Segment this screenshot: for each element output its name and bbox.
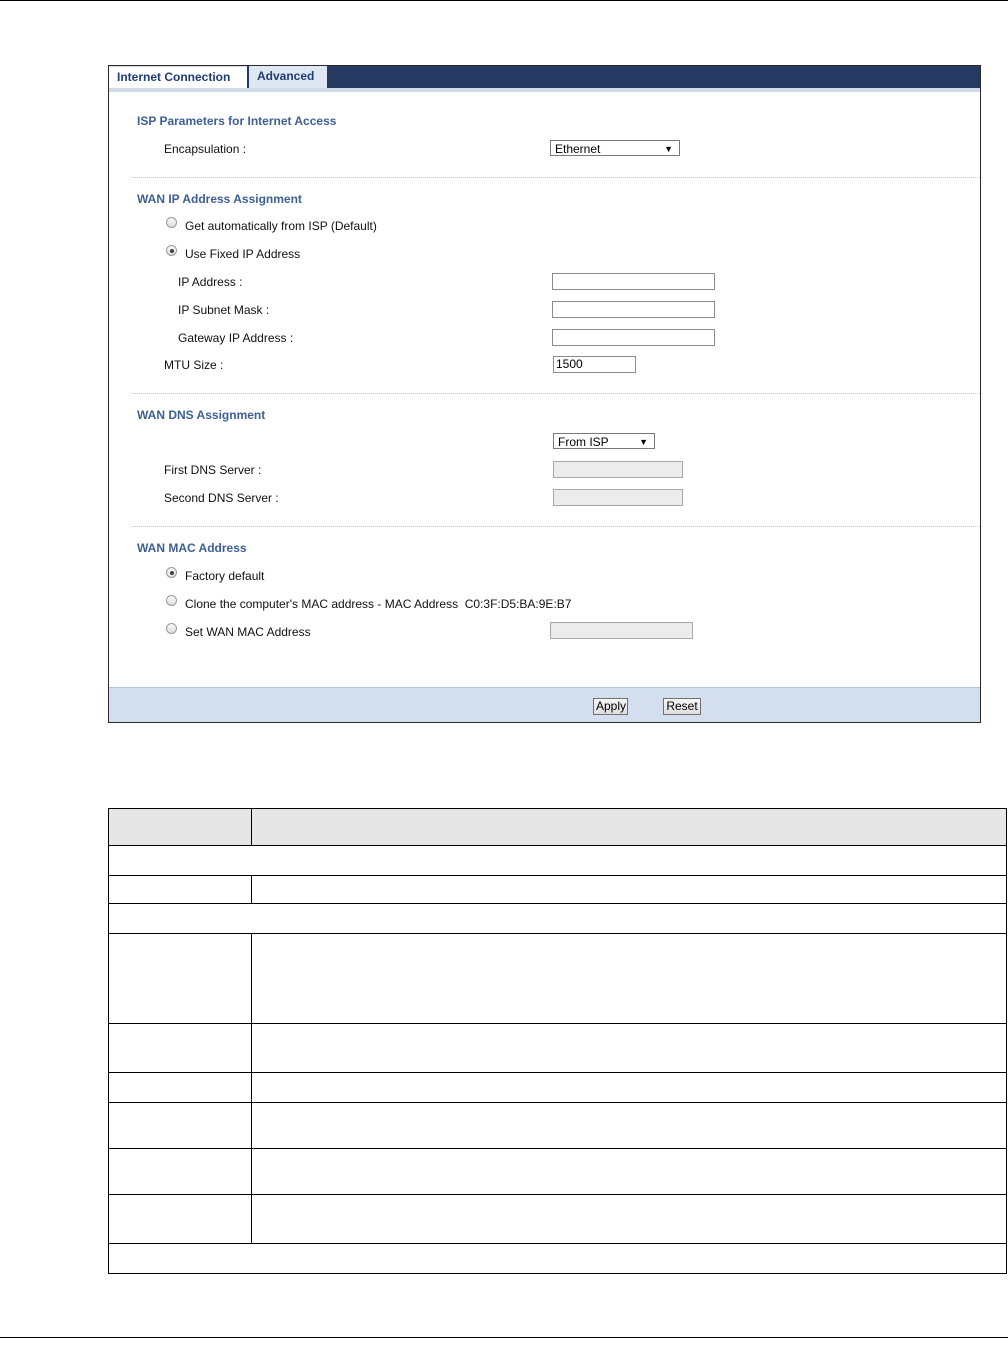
radio-use-fixed-ip-label: Use Fixed IP Address <box>185 247 301 261</box>
table-cell <box>108 933 252 1024</box>
table-cell <box>251 933 1007 1024</box>
encapsulation-label: Encapsulation : <box>164 142 247 156</box>
table-row <box>108 903 1007 934</box>
chevron-down-icon: ▼ <box>664 144 673 154</box>
section-title-isp: ISP Parameters for Internet Access <box>137 114 337 128</box>
table-row <box>108 1194 1007 1244</box>
table-row <box>108 933 1007 1024</box>
reset-button[interactable]: Reset <box>663 698 701 715</box>
table-cell <box>251 875 1007 904</box>
encapsulation-select[interactable]: Ethernet ▼ <box>550 140 680 156</box>
section-divider <box>131 177 980 178</box>
radio-clone-mac[interactable] <box>166 595 177 606</box>
table-cell <box>251 1072 1007 1103</box>
tab-bar: Internet Connection Advanced <box>109 66 980 88</box>
page-top-rule <box>0 0 1008 1</box>
table-cell <box>108 845 1007 876</box>
page-bottom-rule <box>0 1337 1008 1338</box>
internet-connection-panel: Internet Connection Advanced ISP Paramet… <box>108 65 981 723</box>
table-row <box>108 1102 1007 1149</box>
second-dns-input[interactable] <box>553 489 683 506</box>
gateway-ip-input[interactable] <box>552 329 715 346</box>
table-row <box>108 875 1007 904</box>
table-cell <box>108 903 1007 934</box>
tab-underline <box>109 88 980 92</box>
table-row <box>108 1023 1007 1073</box>
first-dns-label: First DNS Server : <box>164 463 262 477</box>
radio-get-automatically-label: Get automatically from ISP (Default) <box>185 219 377 233</box>
table-cell <box>108 1102 252 1149</box>
radio-use-fixed-ip[interactable] <box>166 245 177 256</box>
subnet-mask-input[interactable] <box>552 301 715 318</box>
table-cell <box>108 1023 252 1073</box>
chevron-down-icon: ▼ <box>639 437 648 447</box>
radio-clone-mac-label: Clone the computer's MAC address - MAC A… <box>185 597 572 611</box>
section-title-wan-ip: WAN IP Address Assignment <box>137 192 302 206</box>
table-cell <box>108 1243 1007 1274</box>
button-bar: Apply Reset <box>109 687 980 722</box>
field-description-table <box>108 808 1007 1274</box>
mtu-size-input[interactable]: 1500 <box>553 356 636 373</box>
table-header-cell <box>108 808 252 846</box>
section-title-wan-mac: WAN MAC Address <box>137 541 247 555</box>
table-cell <box>108 1194 252 1244</box>
radio-factory-default[interactable] <box>166 567 177 578</box>
dns-mode-select[interactable]: From ISP ▼ <box>553 433 655 449</box>
table-cell <box>108 875 252 904</box>
table-row <box>108 845 1007 876</box>
table-row <box>108 1072 1007 1103</box>
radio-set-wan-mac[interactable] <box>166 623 177 634</box>
radio-set-wan-mac-label: Set WAN MAC Address <box>185 625 311 639</box>
set-wan-mac-input[interactable] <box>550 622 693 639</box>
tab-internet-connection[interactable]: Internet Connection <box>109 66 247 88</box>
ip-address-input[interactable] <box>552 273 715 290</box>
table-cell <box>251 1102 1007 1149</box>
section-title-wan-dns: WAN DNS Assignment <box>137 408 266 422</box>
gateway-ip-label: Gateway IP Address : <box>178 331 294 345</box>
table-cell <box>251 1023 1007 1073</box>
tab-advanced[interactable]: Advanced <box>248 66 327 88</box>
section-divider <box>131 526 980 527</box>
table-cell <box>108 1148 252 1195</box>
section-divider <box>131 393 980 394</box>
subnet-mask-label: IP Subnet Mask : <box>178 303 270 317</box>
apply-button[interactable]: Apply <box>593 698 628 715</box>
table-header-cell <box>251 808 1007 846</box>
dns-mode-value: From ISP <box>558 435 609 449</box>
encapsulation-value: Ethernet <box>555 142 601 156</box>
table-cell <box>251 1194 1007 1244</box>
table-cell <box>108 1072 252 1103</box>
radio-get-automatically[interactable] <box>166 217 177 228</box>
radio-factory-default-label: Factory default <box>185 569 265 583</box>
table-cell <box>251 1148 1007 1195</box>
ip-address-label: IP Address : <box>178 275 243 289</box>
mtu-size-label: MTU Size : <box>164 358 224 372</box>
second-dns-label: Second DNS Server : <box>164 491 279 505</box>
first-dns-input[interactable] <box>553 461 683 478</box>
table-header-row <box>108 808 1007 846</box>
table-row <box>108 1243 1007 1274</box>
table-row <box>108 1148 1007 1195</box>
